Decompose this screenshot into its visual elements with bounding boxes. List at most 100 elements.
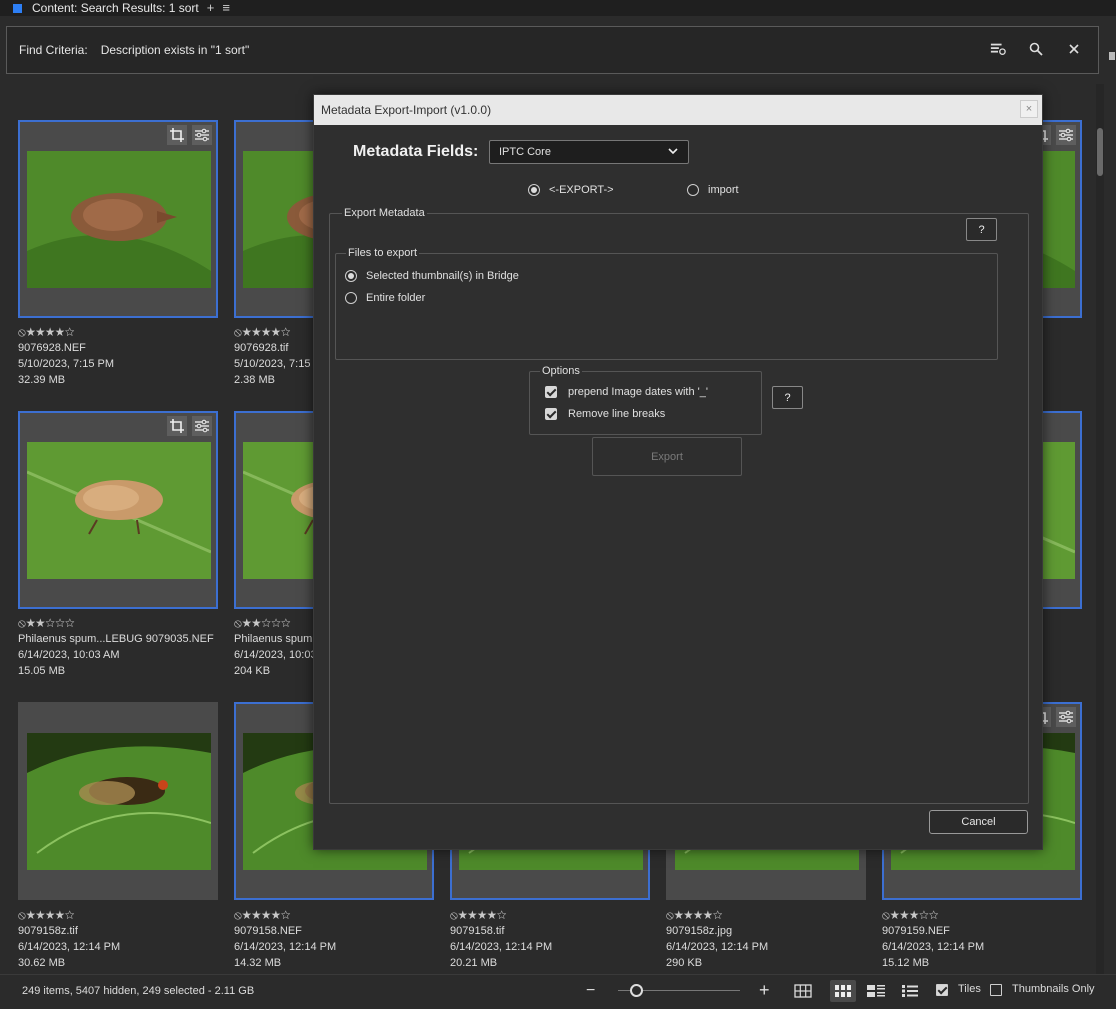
export-radio-dot[interactable] xyxy=(528,184,540,196)
content-scrollbar[interactable] xyxy=(1096,84,1104,974)
file-name: Philaenus spum...LEBUG 9079035.NEF xyxy=(18,633,214,645)
dialog-close-button[interactable]: × xyxy=(1020,100,1038,118)
tile-metadata: ⦸★★★★☆ 9079158.tif 6/14/2023, 12:14 PM 2… xyxy=(450,907,650,971)
thumbnail-tile[interactable] xyxy=(18,120,218,318)
add-tab-icon[interactable]: + xyxy=(207,1,215,14)
file-size: 20.21 MB xyxy=(450,957,498,969)
edit-search-icon[interactable] xyxy=(1028,41,1044,57)
metadata-fields-label: Metadata Fields: xyxy=(353,143,479,160)
find-criteria-description: Description exists in "1 sort" xyxy=(100,43,250,57)
files-to-export-title: Files to export xyxy=(346,247,420,259)
thumbnails-only-checkbox[interactable] xyxy=(990,984,1002,996)
file-name: 9079158.tif xyxy=(450,925,505,937)
thumbnail-image xyxy=(27,442,211,579)
entire-folder-label: Entire folder xyxy=(366,292,426,304)
file-size: 14.32 MB xyxy=(234,957,282,969)
thumbnail-view-icon[interactable] xyxy=(830,980,856,1002)
file-size: 15.12 MB xyxy=(882,957,930,969)
tile-badges xyxy=(167,125,212,145)
mode-import-radio[interactable]: import xyxy=(687,184,739,196)
mode-export-radio[interactable]: <-EXPORT-> xyxy=(528,184,614,196)
tile-metadata: ⦸★★★★☆ 9079158.NEF 6/14/2023, 12:14 PM 1… xyxy=(234,907,434,971)
tile-metadata: ⦸★★☆☆☆ Philaenus spum...LEBUG 9079035.NE… xyxy=(18,615,218,679)
cancel-button[interactable]: Cancel xyxy=(929,810,1028,834)
content-scroll-thumb[interactable] xyxy=(1097,128,1103,176)
list-view-icon[interactable] xyxy=(897,980,923,1002)
tile-metadata: ⦸★★★★☆ 9076928.NEF 5/10/2023, 7:15 PM 32… xyxy=(18,324,218,388)
file-size: 30.62 MB xyxy=(18,957,66,969)
entire-folder-radio[interactable] xyxy=(345,292,357,304)
prepend-dates-label: prepend Image dates with '_' xyxy=(568,386,708,398)
prepend-dates-option[interactable]: prepend Image dates with '_' xyxy=(545,386,708,398)
crop-icon[interactable] xyxy=(167,416,187,436)
options-group: Options prepend Image dates with '_' Rem… xyxy=(529,365,762,435)
file-name: 9079158z.tif xyxy=(18,925,78,937)
rating-stars[interactable]: ⦸★★★★☆ xyxy=(18,907,218,923)
find-criteria-actions xyxy=(990,41,1082,57)
zoom-out-button[interactable]: − xyxy=(586,982,595,1000)
find-criteria-bar: Find Criteria: Description exists in "1 … xyxy=(6,26,1099,74)
metadata-fields-dropdown[interactable]: IPTC Core xyxy=(489,140,689,164)
export-help-button[interactable]: ? xyxy=(966,218,997,241)
rating-stars[interactable]: ⦸★★★★☆ xyxy=(18,324,218,340)
selected-thumbnails-radio[interactable] xyxy=(345,270,357,282)
find-criteria-label: Find Criteria: xyxy=(19,43,88,57)
close-search-icon[interactable] xyxy=(1066,41,1082,57)
save-search-icon[interactable] xyxy=(990,41,1006,57)
file-size: 15.05 MB xyxy=(18,665,66,677)
adjustments-icon[interactable] xyxy=(192,125,212,145)
tiles-checkbox[interactable] xyxy=(936,984,948,996)
tile-metadata: ⦸★★★☆☆ 9079159.NEF 6/14/2023, 12:14 PM 1… xyxy=(882,907,1082,971)
tab-bar: Content: Search Results: 1 sort + ≡ xyxy=(0,0,1116,16)
remove-line-breaks-checkbox[interactable] xyxy=(545,408,557,420)
mode-import-label: import xyxy=(708,184,739,196)
file-date: 5/10/2023, 7:15 PM xyxy=(18,358,115,370)
zoom-in-button[interactable]: + xyxy=(759,980,770,1001)
file-date: 6/14/2023, 12:14 PM xyxy=(234,941,337,953)
export-metadata-panel: Export Metadata ? Files to export Select… xyxy=(329,207,1029,804)
file-date: 6/14/2023, 12:14 PM xyxy=(18,941,121,953)
status-summary: 249 items, 5407 hidden, 249 selected - 2… xyxy=(22,984,255,997)
selected-thumbnails-option[interactable]: Selected thumbnail(s) in Bridge xyxy=(345,270,519,282)
options-help-button[interactable]: ? xyxy=(772,386,803,409)
files-to-export-group: Files to export Selected thumbnail(s) in… xyxy=(335,247,998,360)
tiles-label: Tiles xyxy=(958,983,981,995)
adjustments-icon[interactable] xyxy=(1056,125,1076,145)
adjustments-icon[interactable] xyxy=(192,416,212,436)
status-bar: 249 items, 5407 hidden, 249 selected - 2… xyxy=(0,974,1116,1006)
dialog-title-bar[interactable]: Metadata Export-Import (v1.0.0) × xyxy=(314,95,1042,125)
thumbnail-image xyxy=(27,151,211,288)
file-date: 6/14/2023, 12:14 PM xyxy=(666,941,769,953)
dialog-title: Metadata Export-Import (v1.0.0) xyxy=(321,103,492,117)
rating-stars[interactable]: ⦸★★★★☆ xyxy=(450,907,650,923)
import-radio-dot[interactable] xyxy=(687,184,699,196)
thumbnail-tile[interactable] xyxy=(18,702,218,900)
content-tab-title[interactable]: Content: Search Results: 1 sort xyxy=(32,1,199,15)
details-view-icon[interactable] xyxy=(863,980,889,1002)
rating-stars[interactable]: ⦸★★★★☆ xyxy=(666,907,866,923)
crop-icon[interactable] xyxy=(167,125,187,145)
thumbnails-only-label: Thumbnails Only xyxy=(1012,983,1095,995)
metadata-fields-value: IPTC Core xyxy=(499,146,551,158)
file-name: 9079158.NEF xyxy=(234,925,302,937)
thumbnail-image xyxy=(27,733,211,870)
file-name: 9076928.NEF xyxy=(18,342,86,354)
prepend-dates-checkbox[interactable] xyxy=(545,386,557,398)
export-button[interactable]: Export xyxy=(592,437,742,476)
content-panel-icon xyxy=(13,3,22,13)
metadata-export-import-dialog: Metadata Export-Import (v1.0.0) × Metada… xyxy=(313,94,1043,850)
rating-stars[interactable]: ⦸★★★★☆ xyxy=(234,907,434,923)
grid-lock-view-icon[interactable] xyxy=(790,980,816,1002)
entire-folder-option[interactable]: Entire folder xyxy=(345,292,425,304)
tab-menu-icon[interactable]: ≡ xyxy=(222,1,230,14)
adjustments-icon[interactable] xyxy=(1056,707,1076,727)
zoom-slider-handle[interactable] xyxy=(630,984,644,997)
rating-stars[interactable]: ⦸★★☆☆☆ xyxy=(18,615,218,631)
selected-thumbnails-label: Selected thumbnail(s) in Bridge xyxy=(366,270,519,282)
thumbnail-tile[interactable] xyxy=(18,411,218,609)
file-name: 9079158z.jpg xyxy=(666,925,733,937)
rating-stars[interactable]: ⦸★★★☆☆ xyxy=(882,907,1082,923)
file-size: 32.39 MB xyxy=(18,374,66,386)
remove-line-breaks-option[interactable]: Remove line breaks xyxy=(545,408,665,420)
file-size: 290 KB xyxy=(666,957,703,969)
